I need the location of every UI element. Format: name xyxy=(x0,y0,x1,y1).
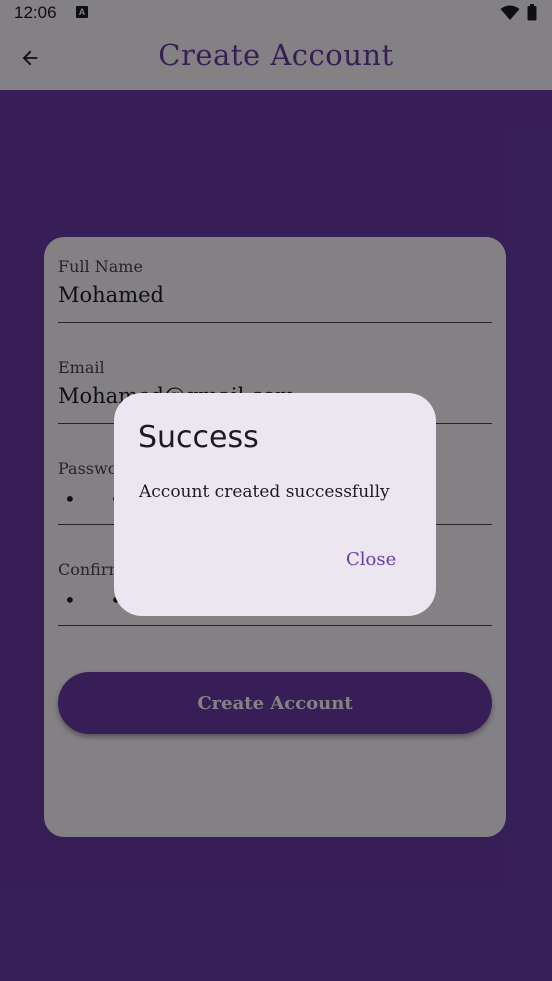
dialog-message: Account created successfully xyxy=(139,482,390,502)
close-button[interactable]: Close xyxy=(334,543,408,576)
success-dialog: Success Account created successfully Clo… xyxy=(114,393,436,616)
dialog-title: Success xyxy=(138,420,259,455)
